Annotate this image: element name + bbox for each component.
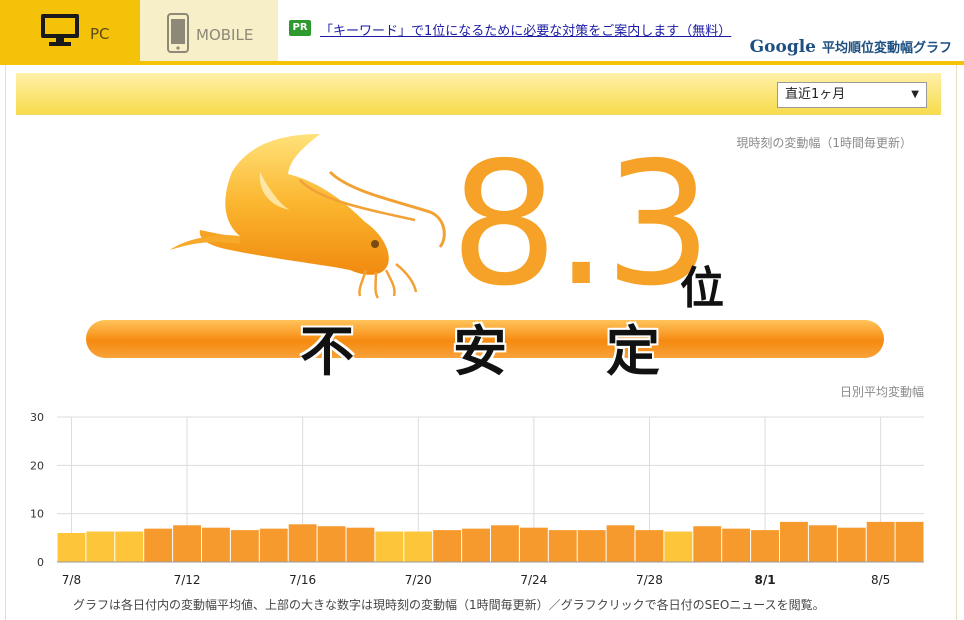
period-select-value: 直近1ヶ月 bbox=[785, 87, 846, 102]
chart-bar[interactable] bbox=[346, 527, 375, 562]
x-tick-label: 7/12 bbox=[174, 573, 201, 587]
status-char-2: 安 bbox=[453, 319, 507, 383]
status-char-3: 定 bbox=[606, 319, 660, 383]
status-label: 不 安 定 bbox=[300, 307, 660, 386]
tab-pc[interactable]: PC bbox=[0, 0, 140, 61]
x-tick-label: 7/16 bbox=[289, 573, 316, 587]
current-volatility-unit: 位 bbox=[680, 263, 724, 314]
daily-caption: 日別平均変動幅 bbox=[839, 385, 924, 399]
x-tick-label: 7/8 bbox=[62, 573, 81, 587]
chart-bar[interactable] bbox=[664, 531, 693, 562]
chart-bar[interactable] bbox=[693, 526, 722, 562]
desktop-monitor-icon bbox=[40, 13, 80, 51]
chart-bar[interactable] bbox=[86, 531, 115, 562]
chart-bar[interactable] bbox=[491, 525, 519, 562]
chart-bar[interactable] bbox=[780, 521, 808, 562]
chart-footnote: グラフは各日付内の変動幅平均値、上部の大きな数字は現時刻の変動幅（1時間毎更新）… bbox=[73, 598, 825, 612]
daily-volatility-chart[interactable]: 0 10 20 30 7/8 7/12 7/16 7/20 7/24 7/28 8/1 8/5 bbox=[0, 400, 964, 596]
chart-bar[interactable] bbox=[288, 524, 317, 562]
chart-bar[interactable] bbox=[577, 530, 606, 562]
y-tick-label: 10 bbox=[30, 508, 44, 521]
period-select[interactable]: 直近1ヶ月 ▼ bbox=[777, 82, 927, 108]
x-tick-label: 7/28 bbox=[636, 573, 663, 587]
chart-bar[interactable] bbox=[866, 521, 895, 562]
chart-bar[interactable] bbox=[202, 527, 230, 562]
chart-bar[interactable] bbox=[115, 531, 144, 562]
chart-bar[interactable] bbox=[375, 531, 404, 562]
x-tick-label: 7/24 bbox=[520, 573, 547, 587]
brand-subtitle: 平均順位変動幅グラフ bbox=[821, 41, 952, 56]
smartphone-icon bbox=[167, 13, 189, 57]
chart-bar[interactable] bbox=[433, 530, 462, 562]
y-tick-label: 30 bbox=[30, 411, 44, 424]
y-tick-label: 20 bbox=[30, 459, 44, 472]
chart-bar[interactable] bbox=[895, 521, 924, 562]
ranking-volatility-widget: PC MOBILE PR 「キーワード」で1位になるために必要な対策をご案内しま… bbox=[0, 0, 964, 620]
chart-bar[interactable] bbox=[548, 530, 577, 562]
header: PC MOBILE PR 「キーワード」で1位になるために必要な対策をご案内しま… bbox=[0, 0, 964, 65]
status-char-1: 不 bbox=[300, 319, 354, 383]
chart-bar[interactable] bbox=[808, 525, 837, 562]
chart-bar[interactable] bbox=[722, 528, 751, 562]
pr-badge: PR bbox=[289, 20, 311, 36]
tab-mobile-label: MOBILE bbox=[196, 26, 254, 44]
chart-bar[interactable] bbox=[837, 527, 866, 562]
x-tick-label: 8/1 bbox=[755, 573, 776, 587]
x-tick-label: 8/5 bbox=[871, 573, 890, 587]
y-tick-label: 0 bbox=[37, 556, 44, 569]
x-tick-label: 7/20 bbox=[405, 573, 432, 587]
current-volatility-value: 8.3 bbox=[450, 126, 712, 324]
pr-link[interactable]: 「キーワード」で1位になるために必要な対策をご案内します（無料） bbox=[320, 20, 731, 39]
chart-bar[interactable] bbox=[519, 527, 548, 562]
tab-mobile[interactable]: MOBILE bbox=[140, 0, 278, 61]
chart-bar[interactable] bbox=[57, 533, 86, 562]
chart-bar[interactable] bbox=[230, 530, 259, 562]
tab-pc-label: PC bbox=[90, 25, 110, 43]
chart-bar[interactable] bbox=[144, 528, 173, 562]
chart-bar[interactable] bbox=[462, 528, 490, 562]
chart-bar[interactable] bbox=[751, 530, 779, 562]
chart-bar[interactable] bbox=[173, 525, 201, 562]
chart-bar[interactable] bbox=[404, 531, 433, 562]
brand-title: Google 平均順位変動幅グラフ bbox=[750, 37, 952, 57]
chart-bar[interactable] bbox=[635, 530, 664, 562]
dropdown-arrow-icon: ▼ bbox=[911, 89, 919, 100]
current-caption: 現時刻の変動幅（1時間毎更新） bbox=[736, 136, 912, 150]
brand-google-wordmark: Google bbox=[749, 37, 816, 57]
catfish-mascot-icon bbox=[170, 134, 446, 299]
chart-bar[interactable] bbox=[259, 528, 288, 562]
chart-bar[interactable] bbox=[606, 525, 635, 562]
chart-bar[interactable] bbox=[317, 526, 346, 562]
